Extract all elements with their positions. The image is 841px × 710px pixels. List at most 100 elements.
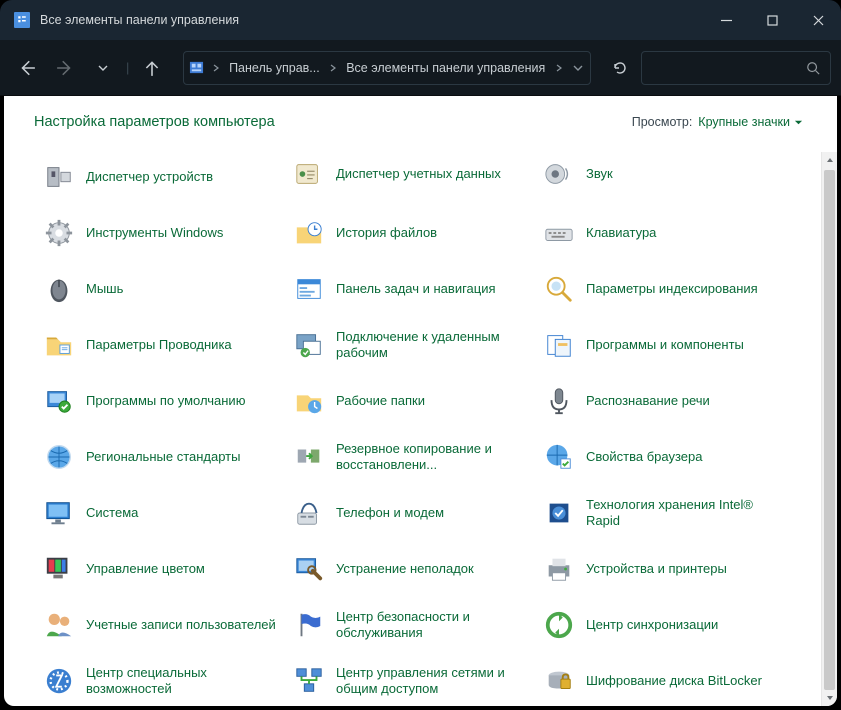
scroll-thumb[interactable] (824, 170, 835, 690)
device-manager-icon (42, 160, 76, 194)
item-label: История файлов (336, 225, 437, 241)
chevron-right-icon[interactable] (326, 64, 341, 72)
item-label: Телефон и модем (336, 505, 444, 521)
control-panel-item[interactable]: История файлов (284, 208, 534, 258)
control-panel-item[interactable]: Параметры индексирования (534, 264, 784, 314)
keyboard-icon (542, 216, 576, 250)
titlebar: Все элементы панели управления (0, 0, 841, 40)
control-panel-item[interactable]: Программы и компоненты (534, 320, 784, 370)
control-panel-item[interactable]: Подключение к удаленным рабочим (284, 320, 534, 370)
nav-up-button[interactable] (135, 51, 169, 85)
region-icon (42, 440, 76, 474)
credential-icon (292, 157, 326, 191)
sync-icon (542, 608, 576, 642)
control-panel-item[interactable]: Диспетчер учетных данных (284, 152, 534, 196)
control-panel-item[interactable]: Региональные стандарты (34, 432, 284, 482)
control-panel-item[interactable]: Клавиатура (534, 208, 784, 258)
minimize-button[interactable] (703, 0, 749, 40)
item-label: Программы по умолчанию (86, 393, 245, 409)
close-button[interactable] (795, 0, 841, 40)
item-label: Центр управления сетями и общим доступом (336, 665, 526, 698)
control-panel-item[interactable]: Технология хранения Intel® Rapid (534, 488, 784, 538)
item-label: Региональные стандарты (86, 449, 240, 465)
maximize-button[interactable] (749, 0, 795, 40)
control-panel-item[interactable]: Центр специальных возможностей (34, 656, 284, 706)
control-panel-item[interactable]: Центр синхронизации (534, 600, 784, 650)
scrollbar[interactable] (821, 152, 837, 706)
backup-icon (292, 440, 326, 474)
search-input[interactable] (641, 51, 831, 85)
item-label: Клавиатура (586, 225, 656, 241)
item-label: Устранение неполадок (336, 561, 474, 577)
nav-recent-button[interactable] (86, 51, 120, 85)
control-panel-item[interactable]: Диспетчер устройств (34, 152, 284, 202)
remote-icon (292, 328, 326, 362)
breadcrumb-dropdown[interactable] (566, 63, 590, 73)
mouse-icon (42, 272, 76, 306)
chevron-right-icon[interactable] (209, 64, 224, 72)
control-panel-item[interactable]: Свойства браузера (534, 432, 784, 482)
browser-icon (542, 440, 576, 474)
control-panel-item[interactable]: Инструменты Windows (34, 208, 284, 258)
flag-icon (292, 608, 326, 642)
item-label: Параметры индексирования (586, 281, 758, 297)
index-icon (542, 272, 576, 306)
programs-icon (542, 328, 576, 362)
ease-icon (42, 664, 76, 698)
item-label: Система (86, 505, 138, 521)
nav-separator: | (124, 60, 131, 75)
scroll-down-button[interactable] (822, 690, 837, 706)
control-panel-item[interactable]: Параметры Проводника (34, 320, 284, 370)
breadcrumb[interactable]: Панель управ... Все элементы панели упра… (183, 51, 591, 85)
item-label: Центр синхронизации (586, 617, 718, 633)
control-panel-item[interactable]: Центр безопасности и обслуживания (284, 600, 534, 650)
speech-icon (542, 384, 576, 418)
control-panel-item[interactable]: Звук (534, 152, 784, 196)
item-label: Диспетчер учетных данных (336, 166, 501, 182)
nav-back-button[interactable] (10, 51, 44, 85)
item-label: Параметры Проводника (86, 337, 232, 353)
work-folders-icon (292, 384, 326, 418)
content-area: Настройка параметров компьютера Просмотр… (4, 96, 837, 706)
breadcrumb-seg-1[interactable]: Панель управ... (223, 61, 326, 75)
intel-icon (542, 496, 576, 530)
item-label: Управление цветом (86, 561, 205, 577)
control-panel-item[interactable]: Панель задач и навигация (284, 264, 534, 314)
item-label: Мышь (86, 281, 123, 297)
content-header: Настройка параметров компьютера Просмотр… (4, 96, 837, 140)
item-label: Резервное копирование и восстановлени... (336, 441, 526, 474)
color-mgmt-icon (42, 552, 76, 586)
item-label: Свойства браузера (586, 449, 702, 465)
navbar: | Панель управ... Все элементы панели уп… (0, 40, 841, 96)
item-label: Диспетчер устройств (86, 169, 213, 185)
refresh-button[interactable] (603, 51, 637, 85)
window-buttons (703, 0, 841, 40)
control-panel-item[interactable]: Шифрование диска BitLocker (534, 656, 784, 706)
items-viewport: Диспетчер устройств Инструменты Windows Мы… (4, 152, 837, 706)
chevron-right-icon[interactable] (551, 64, 566, 72)
control-panel-item[interactable]: Мышь (34, 264, 284, 314)
control-panel-item[interactable]: Телефон и модем (284, 488, 534, 538)
control-panel-item[interactable]: Управление цветом (34, 544, 284, 594)
item-label: Центр безопасности и обслуживания (336, 609, 526, 642)
scroll-up-button[interactable] (822, 152, 837, 168)
control-panel-item[interactable]: Система (34, 488, 284, 538)
control-panel-item[interactable]: Программы по умолчанию (34, 376, 284, 426)
item-label: Панель задач и навигация (336, 281, 496, 297)
view-dropdown[interactable]: Крупные значки (698, 115, 803, 129)
item-label: Технология хранения Intel® Rapid (586, 497, 776, 530)
control-panel-icon (14, 12, 30, 28)
control-panel-item[interactable]: Устройства и принтеры (534, 544, 784, 594)
item-label: Учетные записи пользователей (86, 617, 276, 633)
control-panel-item[interactable]: Устранение неполадок (284, 544, 534, 594)
control-panel-item[interactable]: Учетные записи пользователей (34, 600, 284, 650)
control-panel-item[interactable]: Распознавание речи (534, 376, 784, 426)
control-panel-item[interactable]: Центр управления сетями и общим доступом (284, 656, 534, 706)
nav-forward-button[interactable] (48, 51, 82, 85)
control-panel-item[interactable]: Резервное копирование и восстановлени... (284, 432, 534, 482)
sound-icon (542, 157, 576, 191)
item-label: Подключение к удаленным рабочим (336, 329, 526, 362)
control-panel-item[interactable]: Рабочие папки (284, 376, 534, 426)
breadcrumb-seg-2[interactable]: Все элементы панели управления (340, 61, 551, 75)
window-title: Все элементы панели управления (40, 13, 239, 27)
